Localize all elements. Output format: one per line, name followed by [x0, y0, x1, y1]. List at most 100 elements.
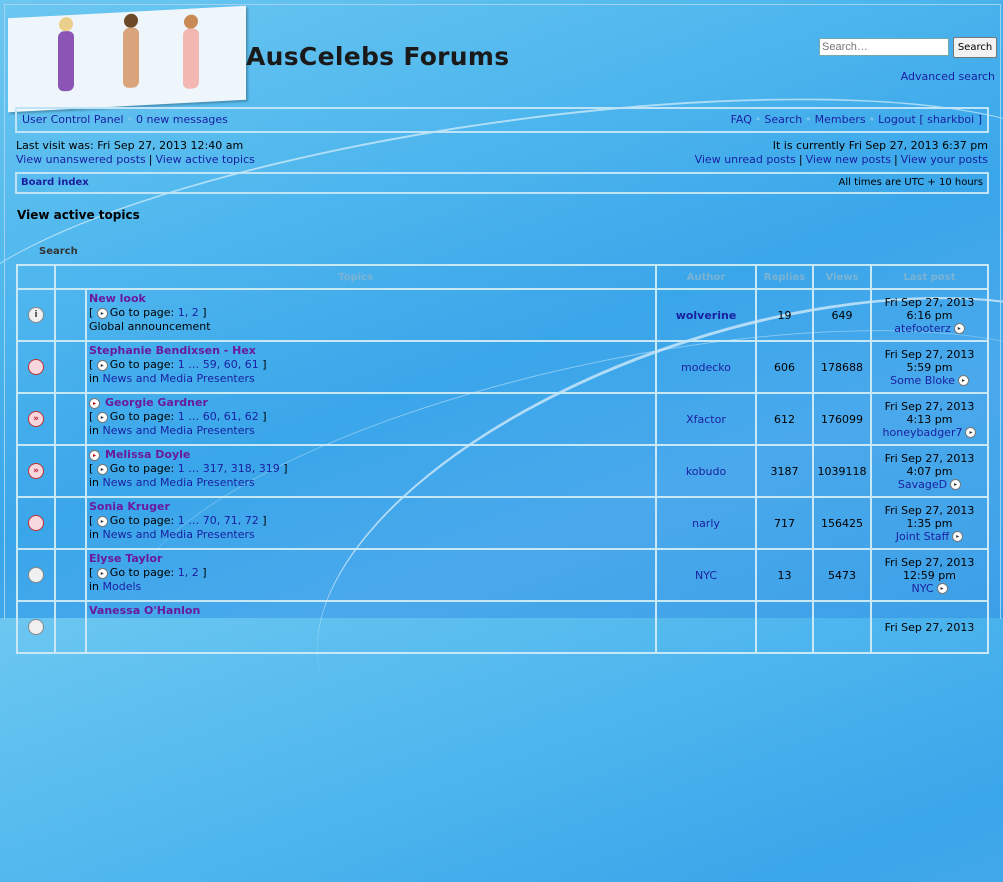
topic-status-cell [16, 600, 56, 654]
bullet-separator: • [126, 113, 134, 126]
bullet-separator: • [754, 113, 762, 126]
page-links[interactable]: 1 … 70, 71, 72 [178, 514, 259, 527]
board-index-link[interactable]: Board index [21, 177, 89, 188]
view-latest-post-icon[interactable]: ▸ [957, 375, 969, 386]
view-latest-post-icon[interactable]: ▸ [952, 531, 964, 542]
forum-prefix: in [89, 528, 100, 541]
topic-cell: ▸ Georgie Gardner[ ▸ Go to page: 1 … 60, 6… [85, 392, 657, 446]
view-latest-post-icon[interactable]: ▸ [936, 583, 948, 594]
views-cell: 176099 [812, 392, 872, 446]
page-links[interactable]: 1, 2 [178, 566, 199, 579]
advanced-search-link[interactable]: Advanced search [901, 70, 995, 83]
last-post-cell: Fri Sep 27, 2013 4:13 pm honeybadger7 ▸ [870, 392, 989, 446]
new-posts-link[interactable]: View new posts [806, 153, 891, 166]
topic-title-link[interactable]: Georgie Gardner [105, 396, 208, 409]
last-post-user-link[interactable]: SavageD [898, 478, 947, 491]
topic-title-link[interactable]: New look [89, 292, 146, 305]
replies-cell: 13 [755, 548, 814, 602]
topic-title-link[interactable]: Vanessa O'Hanlon [89, 604, 200, 617]
last-post-date: Fri Sep 27, 2013 [884, 399, 975, 413]
view-latest-post-icon[interactable]: ▸ [965, 427, 977, 438]
announcement-icon: i [28, 307, 44, 323]
last-post-time: 1:35 pm [906, 516, 953, 530]
search-button[interactable]: Search [953, 37, 997, 58]
topic-cell: Vanessa O'Hanlon [85, 600, 657, 654]
topics-table: Topics Author Replies Views Last post i N… [16, 264, 989, 654]
views-cell: 156425 [812, 496, 872, 550]
last-post-user-link[interactable]: NYC [911, 582, 933, 595]
site-title[interactable]: AusCelebs Forums [246, 42, 509, 71]
last-post-time: 4:07 pm [906, 464, 953, 478]
header-replies: Replies [755, 264, 814, 290]
last-post-cell: Fri Sep 27, 2013 [870, 600, 989, 654]
unread-posts-link[interactable]: View unread posts [695, 153, 796, 166]
goto-page-icon: ▸ [96, 359, 108, 371]
new-post-icon[interactable]: ▸ [89, 449, 100, 461]
views-cell [812, 600, 872, 654]
topic-icon-cell [54, 444, 87, 498]
author-link[interactable]: modecko [681, 361, 731, 374]
author-cell: Xfactor [655, 392, 757, 446]
topic-cell: Elyse Taylor[ ▸ Go to page: 1, 2 ] in Mode… [85, 548, 657, 602]
page-links[interactable]: 1 … 60, 61, 62 [178, 410, 259, 423]
nav-search-link[interactable]: Search [764, 113, 802, 126]
active-topics-link[interactable]: View active topics [155, 153, 254, 166]
search-input[interactable] [819, 38, 949, 56]
table-row: » ▸ Georgie Gardner[ ▸ Go to page: 1 … 60, … [16, 392, 989, 446]
forum-link[interactable]: News and Media Presenters [103, 424, 255, 437]
forum-prefix: in [89, 424, 100, 437]
forum-link[interactable]: News and Media Presenters [103, 476, 255, 489]
last-post-time: 5:59 pm [906, 360, 953, 374]
members-link[interactable]: Members [815, 113, 866, 126]
author-link[interactable]: NYC [695, 569, 717, 582]
view-latest-post-icon[interactable]: ▸ [950, 479, 962, 490]
forum-link[interactable]: News and Media Presenters [103, 528, 255, 541]
author-cell [655, 600, 757, 654]
last-post-user-link[interactable]: honeybadger7 [883, 426, 963, 439]
topic-icon-cell [54, 548, 87, 602]
ucp-link[interactable]: User Control Panel [22, 113, 124, 126]
header-icon-col [16, 264, 56, 290]
last-post-cell: Fri Sep 27, 2013 4:07 pm SavageD ▸ [870, 444, 989, 498]
author-link[interactable]: wolverine [676, 309, 737, 322]
breadcrumb: Board index All times are UTC + 10 hours [15, 172, 989, 194]
topic-title-link[interactable]: Elyse Taylor [89, 552, 162, 565]
view-latest-post-icon[interactable]: ▸ [953, 323, 965, 334]
header-views: Views [812, 264, 872, 290]
logout-link[interactable]: Logout [ sharkboi ] [878, 113, 982, 126]
logo-model-image [178, 14, 204, 105]
last-post-user-link[interactable]: atefooterz [894, 322, 951, 335]
last-post-time: 6:16 pm [906, 308, 953, 322]
page-links[interactable]: 1 … 317, 318, 319 [178, 462, 280, 475]
replies-cell [755, 600, 814, 654]
views-cell: 649 [812, 288, 872, 342]
author-link[interactable]: Xfactor [686, 413, 726, 426]
author-link[interactable]: narly [692, 517, 720, 530]
goto-page-icon: ▸ [96, 515, 108, 527]
new-post-icon[interactable]: ▸ [89, 397, 100, 409]
forum-link[interactable]: Models [103, 580, 142, 593]
site-logo[interactable] [8, 5, 246, 113]
goto-page-label: Go to page: [109, 410, 175, 423]
topic-read-hot-icon [28, 359, 44, 375]
page-links[interactable]: 1, 2 [178, 306, 199, 319]
page-links[interactable]: 1 … 59, 60, 61 [178, 358, 259, 371]
last-post-user-link[interactable]: Joint Staff [896, 530, 949, 543]
topic-title-link[interactable]: Melissa Doyle [105, 448, 190, 461]
topic-title-link[interactable]: Stephanie Bendixsen - Hex [89, 344, 256, 357]
last-post-date: Fri Sep 27, 2013 [884, 347, 975, 361]
last-post-user-link[interactable]: Some Bloke [890, 374, 955, 387]
new-messages-link[interactable]: 0 new messages [136, 113, 228, 126]
table-row: Stephanie Bendixsen - Hex[ ▸ Go to page: … [16, 340, 989, 394]
unanswered-posts-link[interactable]: View unanswered posts [16, 153, 146, 166]
last-post-cell: Fri Sep 27, 2013 5:59 pm Some Bloke ▸ [870, 340, 989, 394]
forum-link[interactable]: News and Media Presenters [103, 372, 255, 385]
faq-link[interactable]: FAQ [731, 113, 752, 126]
topic-unread-hot-icon: » [28, 411, 44, 427]
author-link[interactable]: kobudo [686, 465, 726, 478]
author-cell: modecko [655, 340, 757, 394]
topic-status-cell [16, 340, 56, 394]
topic-title-link[interactable]: Sonia Kruger [89, 500, 170, 513]
last-post-cell: Fri Sep 27, 2013 1:35 pm Joint Staff ▸ [870, 496, 989, 550]
your-posts-link[interactable]: View your posts [901, 153, 988, 166]
